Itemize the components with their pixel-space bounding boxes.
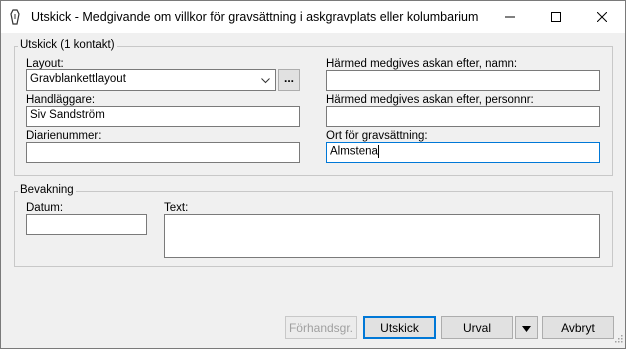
urval-button[interactable]: Urval	[441, 316, 513, 339]
forhandsgr-button[interactable]: Förhandsgr.	[285, 316, 357, 339]
diarienummer-label: Diarienummer:	[26, 130, 102, 142]
chevron-down-icon	[261, 75, 270, 87]
handlaggare-label: Handläggare:	[26, 94, 96, 106]
minimize-button[interactable]	[487, 1, 533, 33]
text-caret	[377, 145, 379, 158]
minimize-icon	[505, 16, 515, 18]
window-title: Utskick - Medgivande om villkor för grav…	[31, 10, 479, 24]
utskick-group-label: Utskick (1 kontakt)	[18, 39, 117, 51]
bevakning-group-label: Bevakning	[18, 184, 76, 196]
personnr-input[interactable]	[326, 106, 600, 127]
maximize-button[interactable]	[533, 1, 579, 33]
namn-label: Härmed medgives askan efter, namn:	[326, 58, 518, 70]
avbryt-button[interactable]: Avbryt	[542, 316, 614, 339]
urval-split-button[interactable]	[515, 316, 538, 339]
close-icon	[597, 12, 607, 22]
close-button[interactable]	[579, 1, 625, 33]
ort-input[interactable]: Almstena	[326, 142, 600, 163]
coffin-icon	[9, 9, 21, 25]
handlaggare-input[interactable]: Siv Sandström	[26, 106, 300, 127]
datum-label: Datum:	[26, 202, 64, 214]
title-bar[interactable]: Utskick - Medgivande om villkor för grav…	[1, 1, 625, 33]
triangle-down-icon	[522, 321, 531, 335]
layout-select[interactable]: Gravblankettlayout	[26, 69, 276, 91]
text-label: Text:	[164, 202, 189, 214]
utskick-button[interactable]: Utskick	[363, 316, 436, 339]
namn-input[interactable]	[326, 70, 600, 91]
ort-input-value: Almstena	[330, 145, 378, 158]
text-textarea[interactable]	[164, 214, 600, 258]
layout-browse-button[interactable]: ...	[278, 69, 300, 91]
layout-select-value: Gravblankettlayout	[30, 73, 126, 85]
ort-label: Ort för gravsättning:	[326, 130, 428, 142]
maximize-icon	[551, 12, 561, 22]
resize-grip-icon[interactable]	[613, 333, 623, 346]
datum-input[interactable]	[26, 214, 147, 235]
personnr-label: Härmed medgives askan efter, personnr:	[326, 94, 534, 106]
dialog-window: Utskick - Medgivande om villkor för grav…	[0, 0, 626, 349]
diarienummer-input[interactable]	[26, 142, 300, 163]
